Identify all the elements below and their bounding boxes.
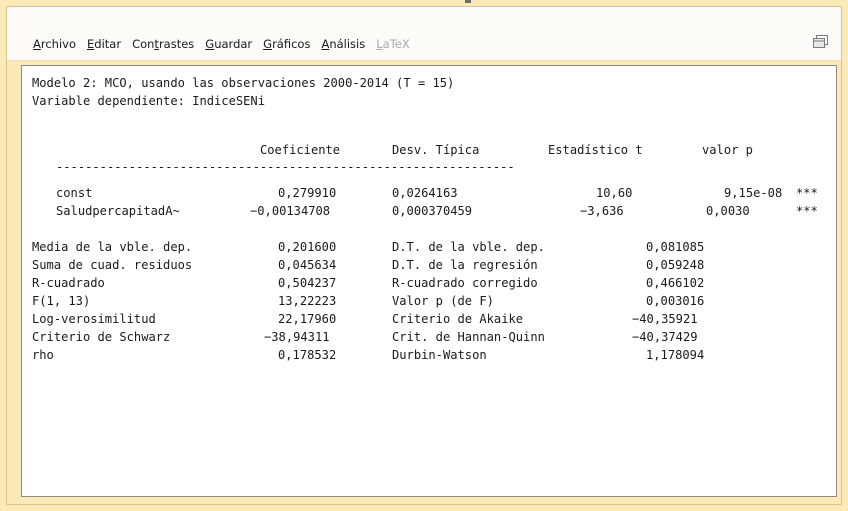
stat-label: F(1, 13) (32, 294, 91, 308)
menu-bar: Archivo Editar Contrastes Guardar Gráfic… (7, 7, 841, 61)
stat-value: 0,081085 (646, 240, 705, 254)
stat-value: 0,504237 (278, 276, 337, 290)
col-header-t: Estadístico t (548, 143, 643, 157)
window-top-marker (465, 0, 471, 3)
stat-value: 0,201600 (278, 240, 337, 254)
coef-value: 0,279910 (278, 186, 337, 200)
se-value: 0,0264163 (392, 186, 458, 200)
stat-label: R-cuadrado corregido (392, 276, 538, 290)
coef-row-name: const (56, 186, 93, 200)
table-separator: ----------------------------------------… (56, 160, 515, 174)
model-output-window: Archivo Editar Contrastes Guardar Gráfic… (6, 6, 842, 505)
stat-label: Valor p (de F) (392, 294, 494, 308)
menu-graficos[interactable]: Gráficos (263, 37, 310, 51)
t-value: −3,636 (580, 204, 624, 218)
p-value: 9,15e-08 (724, 186, 783, 200)
stat-label: Crit. de Hannan-Quinn (392, 330, 545, 344)
stat-value: 22,17960 (278, 312, 337, 326)
stat-value: 1,178094 (646, 348, 705, 362)
stat-value: 0,003016 (646, 294, 705, 308)
restore-window-icon[interactable] (813, 35, 829, 49)
significance-stars: *** (796, 186, 818, 200)
col-header-p: valor p (702, 143, 753, 157)
stat-label: Log-verosimilitud (32, 312, 156, 326)
p-value: 0,0030 (706, 204, 750, 218)
stat-label: Criterio de Schwarz (32, 330, 171, 344)
se-value: 0,000370459 (392, 204, 473, 218)
menu: Archivo Editar Contrastes Guardar Gráfic… (33, 37, 421, 51)
menu-latex[interactable]: LaTeX (376, 37, 410, 51)
menu-guardar[interactable]: Guardar (205, 37, 252, 51)
stat-value: 13,22223 (278, 294, 337, 308)
stat-value: 0,059248 (646, 258, 705, 272)
menu-editar[interactable]: Editar (87, 37, 121, 51)
model-title: Modelo 2: MCO, usando las observaciones … (32, 76, 455, 90)
coef-row-name: SaludpercapitadA~ (56, 204, 180, 218)
stat-label: rho (32, 348, 54, 362)
col-header-se: Desv. Típica (392, 143, 480, 157)
stat-value: 0,178532 (278, 348, 337, 362)
menu-contrastes[interactable]: Contrastes (132, 37, 194, 51)
stat-value: 0,045634 (278, 258, 337, 272)
stat-label: D.T. de la vble. dep. (392, 240, 545, 254)
stat-label: D.T. de la regresión (392, 258, 538, 272)
menu-analisis[interactable]: Análisis (321, 37, 365, 51)
t-value: 10,60 (596, 186, 633, 200)
stat-label: Media de la vble. dep. (32, 240, 193, 254)
dependent-variable: Variable dependiente: IndiceSENi (32, 94, 265, 108)
stat-label: Suma de cuad. residuos (32, 258, 193, 272)
stat-label: R-cuadrado (32, 276, 105, 290)
stat-value: −40,37429 (632, 330, 698, 344)
col-header-coef: Coeficiente (260, 143, 341, 157)
stat-label: Criterio de Akaike (392, 312, 524, 326)
menu-archivo[interactable]: Archivo (33, 37, 76, 51)
stat-value: −38,94311 (264, 330, 330, 344)
model-output-text[interactable]: Modelo 2: MCO, usando las observaciones … (21, 65, 837, 497)
stat-value: 0,466102 (646, 276, 705, 290)
significance-stars: *** (796, 204, 818, 218)
stat-value: −40,35921 (632, 312, 698, 326)
coef-value: −0,00134708 (250, 204, 331, 218)
stat-label: Durbin-Watson (392, 348, 487, 362)
